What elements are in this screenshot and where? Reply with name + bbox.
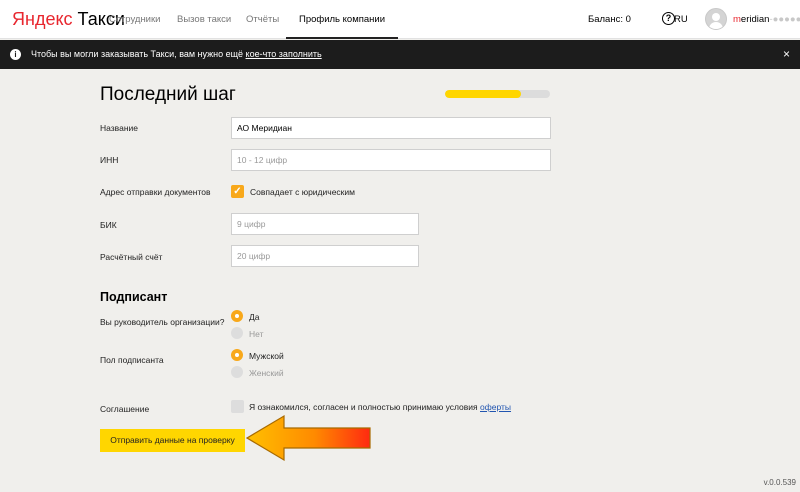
username-rest: eridian: [740, 14, 770, 25]
yandex-taxi-logo[interactable]: Яндекс Такси: [12, 9, 125, 30]
gender-female-radio[interactable]: [231, 366, 243, 378]
address-same-checkbox[interactable]: ✓: [231, 185, 244, 198]
progress-bar: [445, 90, 550, 98]
notice-bar: i Чтобы вы могли заказывать Такси, вам н…: [0, 40, 800, 69]
notice-fill-link[interactable]: кое-что заполнить: [246, 49, 322, 59]
name-input[interactable]: АО Меридиан: [231, 117, 551, 139]
version-label: v.0.0.539: [763, 478, 796, 487]
account-input[interactable]: 20 цифр: [231, 245, 419, 267]
inn-label: ИНН: [100, 155, 119, 165]
bik-label: БИК: [100, 220, 117, 230]
account-label: Расчётный счёт: [100, 252, 163, 262]
agreement-message: Я ознакомился, согласен и полностью прин…: [249, 402, 481, 412]
page-title: Последний шаг: [100, 84, 236, 105]
nav-reports[interactable]: Отчёты: [246, 0, 279, 39]
director-label: Вы руководитель организации?: [100, 317, 225, 327]
avatar[interactable]: [705, 8, 727, 30]
info-icon: i: [10, 49, 21, 60]
director-no-label[interactable]: Нет: [249, 329, 263, 339]
submit-button[interactable]: Отправить данные на проверку: [100, 429, 245, 452]
language-switch[interactable]: RU: [674, 14, 688, 25]
top-bar: Яндекс Такси Сотрудники Вызов такси Отчё…: [0, 0, 800, 39]
address-same-label[interactable]: Совпадает с юридическим: [250, 187, 355, 197]
bik-input[interactable]: 9 цифр: [231, 213, 419, 235]
username-fade: -●●●●●: [769, 14, 800, 25]
gender-female-label[interactable]: Женский: [249, 368, 284, 378]
progress-fill: [445, 90, 521, 98]
address-label: Адрес отправки документов: [100, 187, 211, 197]
inn-input[interactable]: 10 - 12 цифр: [231, 149, 551, 171]
director-yes-label[interactable]: Да: [249, 312, 259, 322]
notice-message: Чтобы вы могли заказывать Такси, вам нуж…: [31, 49, 246, 59]
logo-brand: Яндекс: [12, 9, 73, 29]
director-yes-radio[interactable]: [231, 310, 243, 322]
gender-male-label[interactable]: Мужской: [249, 351, 284, 361]
agreement-label: Соглашение: [100, 404, 150, 414]
nav-call-taxi[interactable]: Вызов такси: [177, 0, 231, 39]
nav-company-profile[interactable]: Профиль компании: [286, 0, 399, 39]
agreement-checkbox[interactable]: [231, 400, 244, 413]
gender-label: Пол подписанта: [100, 355, 164, 365]
close-icon[interactable]: ×: [783, 40, 790, 69]
gender-male-radio[interactable]: [231, 349, 243, 361]
name-label: Название: [100, 123, 138, 133]
agreement-text: Я ознакомился, согласен и полностью прин…: [249, 402, 511, 412]
signer-section-title: Подписант: [100, 290, 168, 304]
director-no-radio[interactable]: [231, 327, 243, 339]
username[interactable]: meridian-●●●●●: [733, 14, 800, 25]
notice-text: Чтобы вы могли заказывать Такси, вам нуж…: [31, 40, 322, 69]
balance: Баланс: 0: [588, 14, 631, 25]
annotation-arrow-icon: [246, 414, 371, 462]
username-first-letter: m: [733, 14, 741, 25]
offer-link[interactable]: оферты: [480, 402, 511, 412]
nav-employees[interactable]: Сотрудники: [109, 0, 160, 39]
